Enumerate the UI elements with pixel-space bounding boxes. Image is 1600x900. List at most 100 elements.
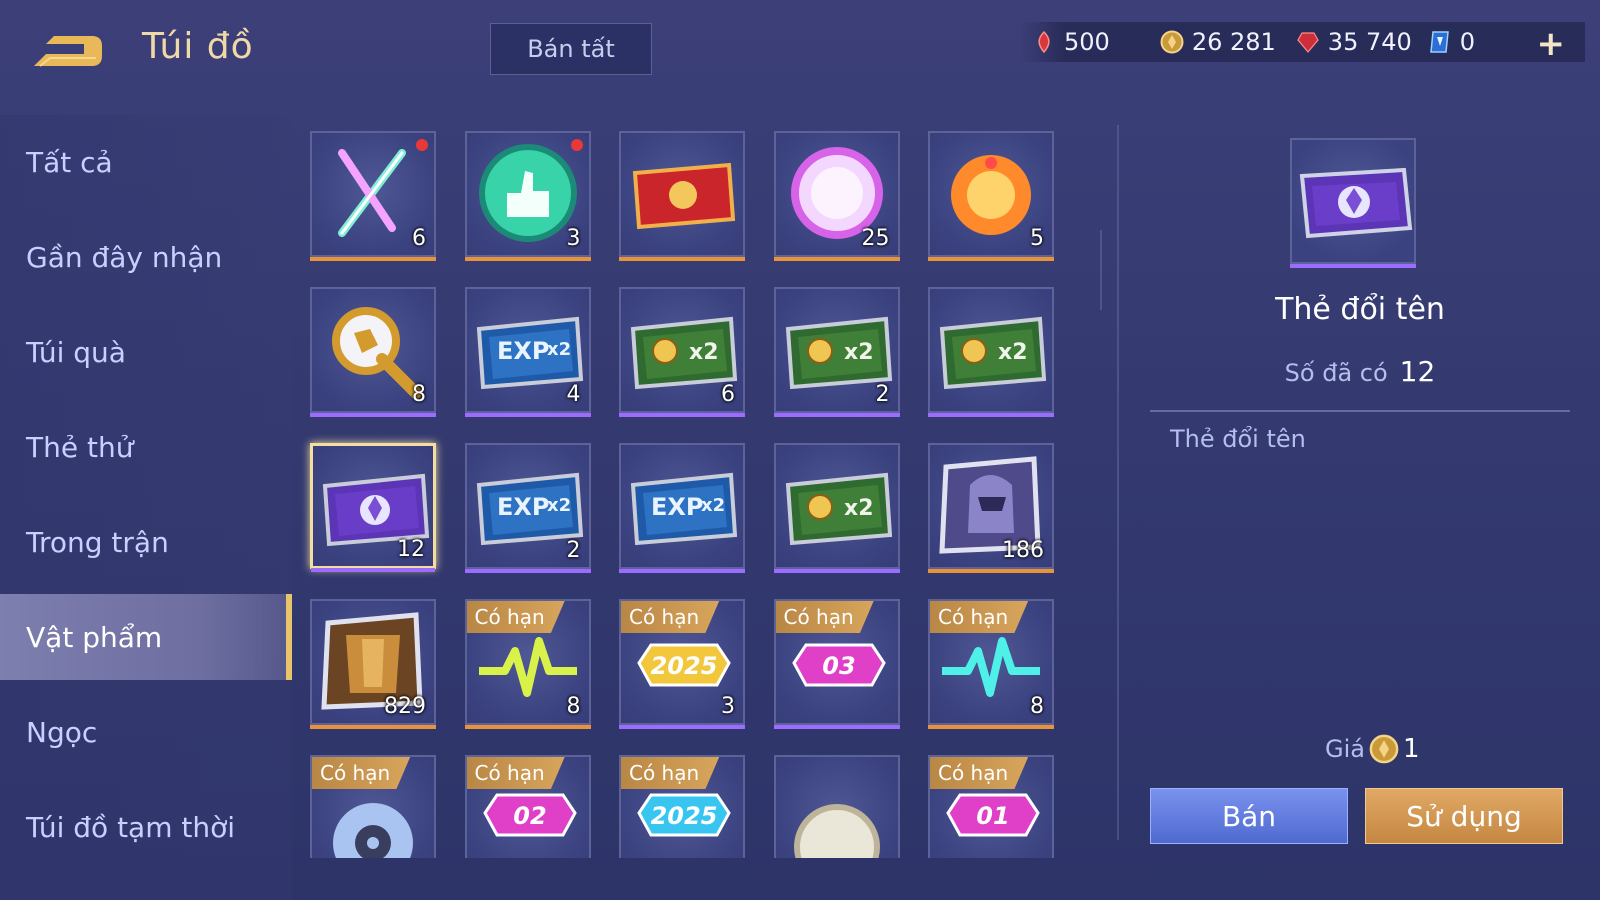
- inventory-slot[interactable]: x2 2: [773, 287, 900, 417]
- item-count: 25: [861, 226, 890, 251]
- inventory-slot[interactable]: 12: [310, 443, 436, 572]
- svg-text:EXP: EXP: [497, 493, 550, 521]
- inventory-slot[interactable]: 3: [464, 131, 591, 261]
- panel-divider: [1117, 125, 1119, 840]
- currency-value: 500: [1064, 28, 1110, 56]
- rarity-bar: [464, 725, 591, 729]
- inventory-slot[interactable]: EXP x2: [619, 443, 745, 573]
- owned-count: Số đã có 12: [1120, 355, 1600, 388]
- add-currency-button[interactable]: +: [1537, 24, 1566, 64]
- inventory-slot[interactable]: EXP x2 2: [464, 443, 591, 573]
- svg-text:x2: x2: [844, 340, 874, 365]
- rarity-bar: [928, 725, 1054, 729]
- sidebar-item-all[interactable]: Tất cả: [0, 119, 292, 205]
- sidebar-item-in-battle[interactable]: Trong trận: [0, 499, 292, 585]
- sell-all-button[interactable]: Bán tất: [490, 23, 652, 75]
- sell-button[interactable]: Bán: [1150, 788, 1348, 844]
- currency-gold-coin: 26 281: [1160, 28, 1276, 56]
- inventory-slot[interactable]: [773, 755, 900, 858]
- currency-bar: 500 26 281 35 740 0 +: [1020, 22, 1585, 64]
- inventory-slot[interactable]: x2 6: [619, 287, 745, 417]
- item-count: 2: [566, 538, 581, 563]
- inventory-slot[interactable]: EXP x2 4: [464, 287, 591, 417]
- rarity-bar: [773, 413, 900, 417]
- sidebar-item-gift-bags[interactable]: Túi quà: [0, 309, 292, 395]
- inventory-slot[interactable]: 2025 Có hạn 3: [619, 599, 745, 729]
- inventory-slot[interactable]: 829: [310, 599, 436, 729]
- limited-tag: Có hạn: [312, 757, 411, 789]
- back-arrow-icon[interactable]: [26, 30, 106, 72]
- sidebar-item-trial-cards[interactable]: Thẻ thử: [0, 404, 292, 490]
- limited-tag: Có hạn: [466, 757, 565, 789]
- inventory-slot[interactable]: 2025 Có hạn: [619, 755, 745, 858]
- item-count: 6: [412, 226, 426, 251]
- inventory-slot[interactable]: Có hạn 8: [464, 599, 591, 729]
- gold-coin-icon: [1160, 30, 1184, 54]
- item-grid[interactable]: 6 3 25 5 8 EXP x2 4 x2 6 x2 2 x2 12 EXP …: [300, 128, 1090, 858]
- inventory-slot[interactable]: x2: [928, 287, 1054, 417]
- svg-text:02: 02: [513, 802, 546, 830]
- red-crystal-icon: [1296, 30, 1320, 54]
- detail-separator: [1150, 410, 1570, 412]
- item-description: Thẻ đổi tên: [1170, 425, 1306, 453]
- red-gem-icon: [1032, 30, 1056, 54]
- rarity-bar: [311, 568, 435, 572]
- inventory-slot[interactable]: 01 Có hạn: [928, 755, 1054, 858]
- rarity-bar: [619, 569, 745, 573]
- currency-red-gem: 500: [1032, 28, 1110, 56]
- rarity-bar: [928, 413, 1054, 417]
- inventory-slot[interactable]: x2: [773, 443, 900, 573]
- sidebar-item-recent[interactable]: Gần đây nhận: [0, 214, 292, 300]
- inventory-slot[interactable]: 25: [773, 131, 900, 261]
- item-count: 4: [566, 382, 581, 407]
- svg-text:x2: x2: [844, 496, 874, 521]
- inventory-slot[interactable]: 5: [928, 131, 1054, 261]
- item-count: 829: [384, 694, 426, 719]
- sidebar-item-gems[interactable]: Ngọc: [0, 689, 292, 775]
- currency-value: 26 281: [1191, 28, 1276, 56]
- page-title: Túi đồ: [142, 26, 254, 67]
- sidebar-item-items[interactable]: Vật phẩm: [0, 594, 292, 680]
- rarity-bar: [773, 569, 900, 573]
- new-indicator-dot: [570, 139, 583, 151]
- sidebar-item-temp-bag[interactable]: Túi đồ tạm thời: [0, 784, 292, 870]
- inventory-slot[interactable]: 03 Có hạn: [773, 599, 900, 729]
- new-indicator-dot: [416, 139, 428, 151]
- rarity-bar: [619, 257, 745, 261]
- item-count: 8: [1030, 694, 1044, 719]
- rarity-bar: [928, 257, 1054, 261]
- rarity-bar: [464, 569, 591, 573]
- inventory-slot[interactable]: 02 Có hạn: [464, 755, 591, 858]
- rarity-bar: [928, 569, 1054, 573]
- inventory-slot[interactable]: 186: [928, 443, 1054, 573]
- gold-coin-icon: [1369, 734, 1399, 764]
- item-price: Giá 1: [1325, 734, 1420, 764]
- svg-text:x2: x2: [701, 495, 725, 516]
- inventory-slot[interactable]: Có hạn 8: [928, 599, 1054, 729]
- inventory-slot[interactable]: Có hạn: [310, 755, 436, 858]
- inventory-slot[interactable]: 8: [310, 287, 436, 417]
- svg-text:2025: 2025: [651, 652, 718, 680]
- rename-card-icon: [1290, 138, 1416, 268]
- item-detail-panel: Thẻ đổi tên Số đã có 12 Thẻ đổi tên Giá 1…: [1120, 100, 1600, 900]
- item-count: 3: [566, 226, 581, 251]
- limited-tag: Có hạn: [621, 757, 720, 789]
- item-count: 6: [721, 382, 735, 407]
- item-count: 5: [1030, 226, 1044, 251]
- price-value: 1: [1402, 734, 1420, 764]
- svg-text:x2: x2: [547, 495, 571, 516]
- limited-tag: Có hạn: [621, 601, 720, 633]
- item-count: 8: [412, 382, 426, 407]
- item-count: 3: [721, 694, 735, 719]
- svg-text:01: 01: [976, 802, 1009, 830]
- limited-tag: Có hạn: [930, 757, 1029, 789]
- currency-blue-voucher: 0: [1428, 28, 1475, 56]
- inventory-slot[interactable]: [619, 131, 745, 261]
- svg-text:x2: x2: [689, 340, 719, 365]
- item-count: 12: [397, 537, 425, 562]
- blue-voucher-icon: [1428, 30, 1452, 54]
- svg-text:03: 03: [822, 652, 855, 680]
- category-sidebar: Tất cả Gần đây nhận Túi quà Thẻ thử Tron…: [0, 115, 292, 900]
- inventory-slot[interactable]: 6: [310, 131, 436, 261]
- use-button[interactable]: Sử dụng: [1365, 788, 1563, 844]
